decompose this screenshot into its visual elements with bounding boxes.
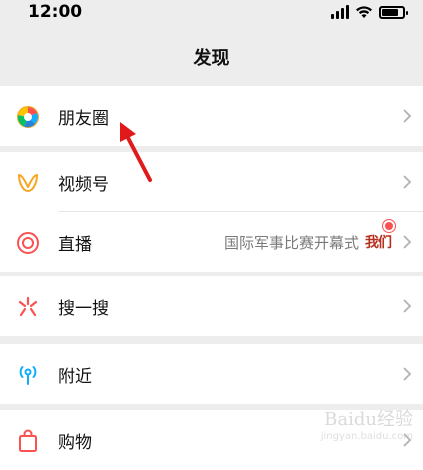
status-bar: 12:00 [0, 0, 423, 28]
shopping-bag-icon [19, 429, 37, 452]
group-moments: 朋友圈 [0, 86, 423, 146]
channels-butterfly-icon [18, 174, 38, 192]
status-time: 12:00 [28, 2, 83, 22]
live-preview: 国际军事比赛开幕式 我们 [223, 232, 392, 253]
chevron-right-icon [403, 109, 412, 123]
menu-item-channels[interactable]: 视频号 [0, 152, 423, 212]
watermark-logo: Baidu经验 [324, 409, 413, 430]
group-nearby: 附近 [0, 344, 423, 404]
page-title: 发现 [193, 48, 230, 69]
battery-icon [379, 6, 408, 19]
menu-item-label: 直播 [58, 234, 92, 255]
menu-item-label: 附近 [58, 366, 92, 387]
menu-item-search[interactable]: 搜一搜 [0, 276, 423, 336]
menu-item-live[interactable]: 直播 国际军事比赛开幕式 我们 [0, 212, 423, 272]
notification-dot [383, 220, 395, 232]
nearby-broadcast-icon [19, 366, 37, 385]
wifi-icon [356, 6, 372, 18]
menu-item-nearby[interactable]: 附近 [0, 344, 423, 404]
chevron-right-icon [403, 299, 412, 313]
chevron-right-icon [403, 367, 412, 381]
search-spark-icon [18, 296, 38, 317]
nav-bar: 发现 [0, 28, 423, 86]
watermark: Baidu经验 jingyan.baidu.com [321, 405, 413, 442]
chevron-right-icon [403, 175, 412, 189]
cellular-signal-icon [331, 5, 349, 19]
annotation-arrow-icon [120, 122, 152, 182]
menu-item-label: 搜一搜 [58, 298, 109, 319]
live-logo-badge: 我们 [365, 235, 392, 251]
menu-item-moments[interactable]: 朋友圈 [0, 86, 423, 146]
live-subtitle: 国际军事比赛开幕式 [223, 233, 359, 252]
group-channels: 视频号 直播 国际军事比赛开幕式 我们 [0, 152, 423, 272]
watermark-url: jingyan.baidu.com [320, 431, 413, 442]
menu-item-label: 视频号 [58, 174, 109, 195]
menu-item-label: 朋友圈 [58, 108, 109, 129]
group-search: 搜一搜 [0, 276, 423, 336]
live-target-icon [17, 232, 39, 254]
chevron-right-icon [403, 235, 412, 249]
moments-aperture-icon [17, 106, 39, 128]
menu-item-label: 购物 [58, 432, 92, 453]
